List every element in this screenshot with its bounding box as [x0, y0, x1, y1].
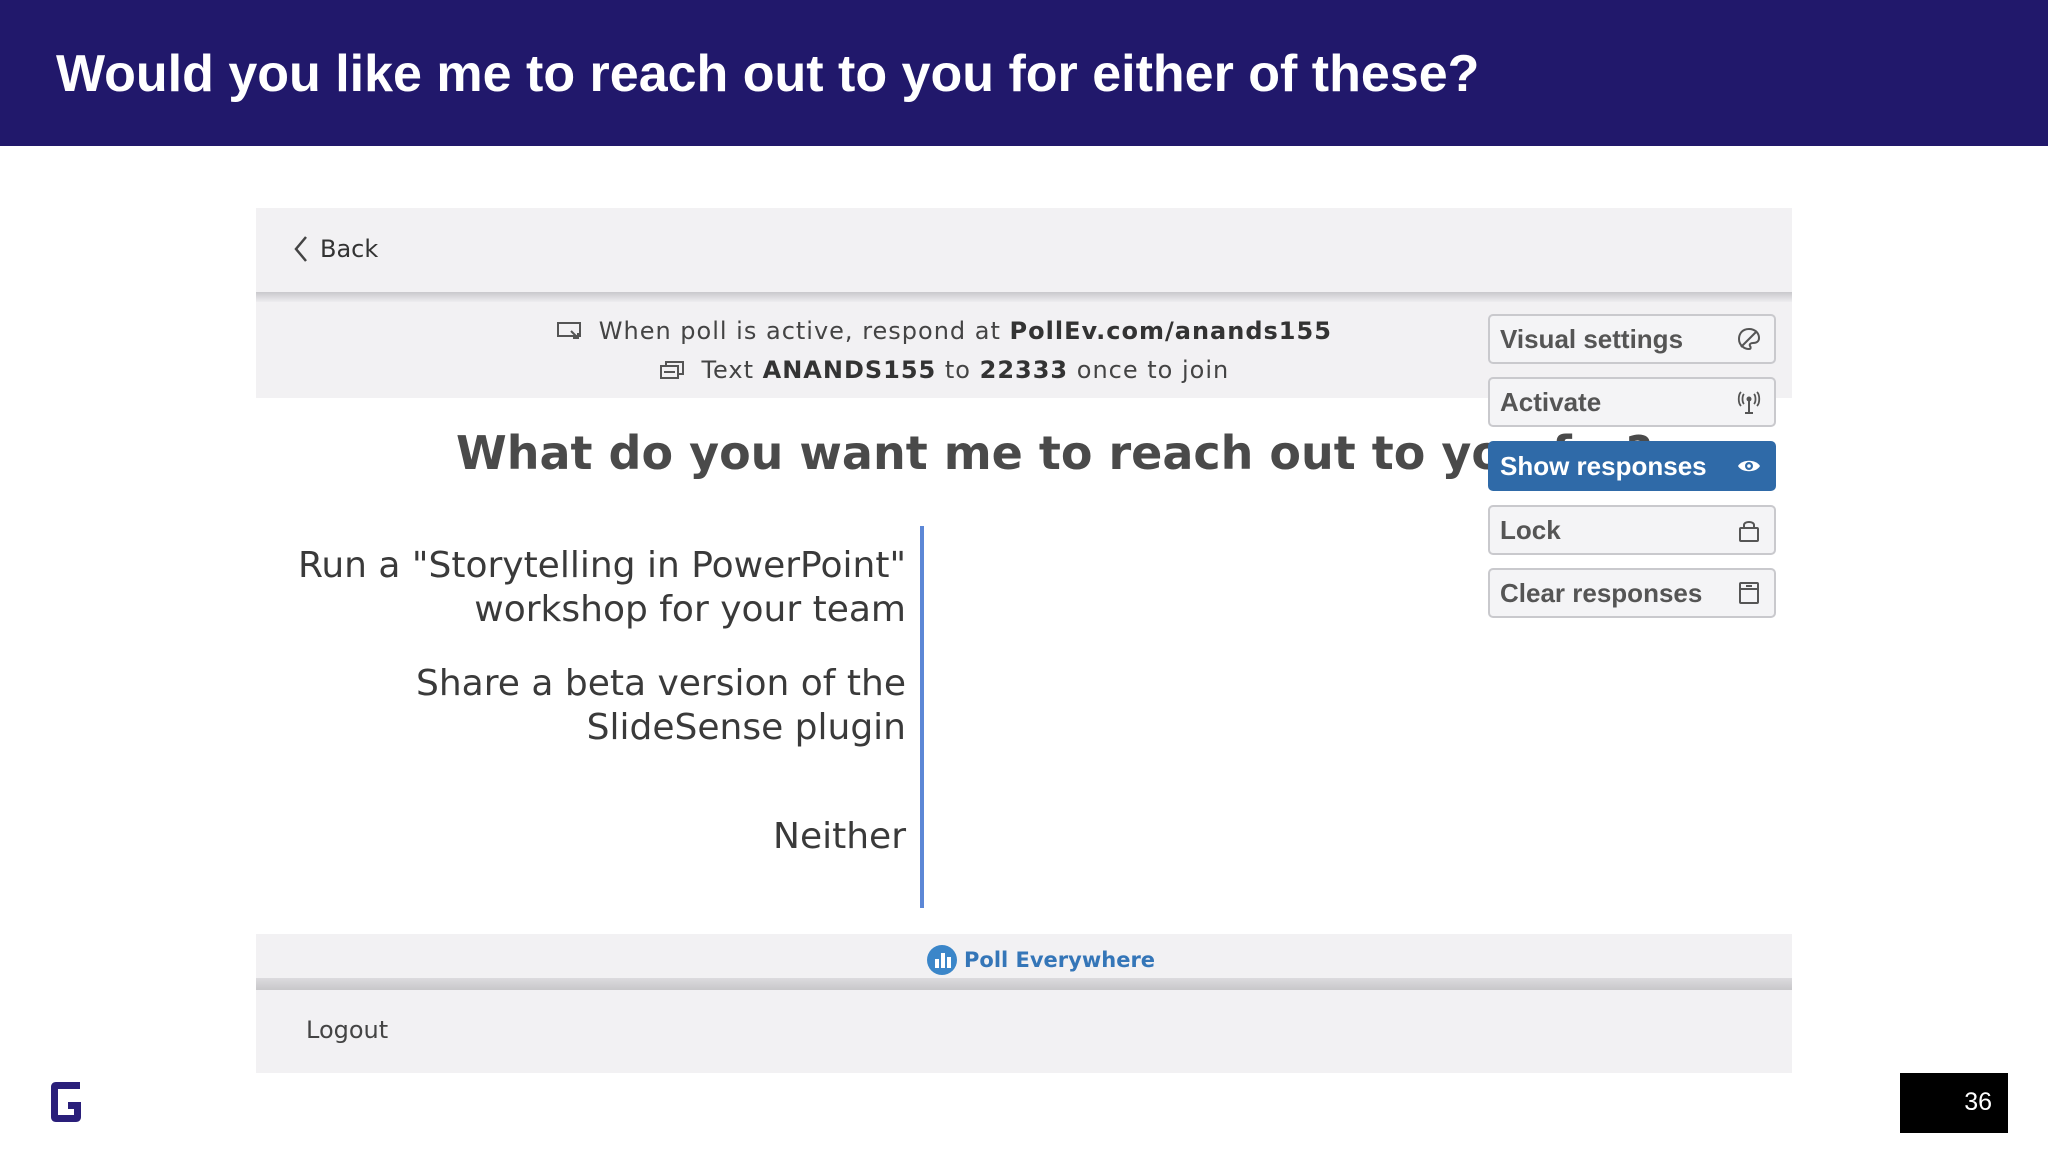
poll-option-1: Run a "Storytelling in PowerPoint" works… [298, 544, 906, 632]
page-number: 36 [1900, 1073, 2008, 1133]
company-logo-icon [51, 1082, 81, 1122]
join-text-suffix: once to join [1076, 356, 1230, 384]
poll-everywhere-icon [927, 945, 957, 975]
visual-settings-label: Visual settings [1500, 323, 1684, 354]
app-bottom-bar [256, 990, 1792, 1073]
show-responses-label: Show responses [1500, 450, 1707, 481]
poll-option-1-line1: Run a "Storytelling in PowerPoint" [297, 545, 906, 586]
clear-responses-button[interactable]: Clear responses [1488, 568, 1776, 618]
broadcast-icon [1737, 391, 1761, 414]
poll-option-2-line2: SlideSense plugin [586, 707, 906, 748]
join-url: PollEv.com/anands155 [1009, 317, 1332, 345]
archive-icon [1739, 582, 1759, 604]
lock-label: Lock [1500, 514, 1561, 545]
clear-responses-label: Clear responses [1500, 577, 1703, 608]
results-axis [920, 526, 924, 908]
poll-option-2: Share a beta version of the SlideSense p… [416, 662, 906, 750]
brand-name: Poll Everywhere [964, 948, 1156, 972]
poll-everywhere-logo: Poll Everywhere [926, 944, 1155, 976]
activate-button[interactable]: Activate [1488, 377, 1776, 427]
show-responses-button[interactable]: Show responses [1488, 441, 1776, 491]
poll-app-window: Back When poll is active, respond at Pol… [256, 208, 1792, 1073]
poll-option-3-line1: Neither [773, 816, 906, 857]
visual-settings-button[interactable]: Visual settings [1488, 314, 1776, 364]
poll-option-3: Neither [773, 815, 906, 859]
eye-icon [1738, 460, 1760, 472]
lock-button[interactable]: Lock [1488, 505, 1776, 555]
join-text-mid: to [944, 356, 971, 384]
lock-icon [1739, 521, 1759, 542]
slide-title: Would you like me to reach out to you fo… [56, 45, 1480, 103]
footer-divider [256, 978, 1792, 990]
palette-icon [1737, 327, 1761, 351]
logout-button[interactable]: Logout [306, 1016, 388, 1044]
join-number: 22333 [979, 356, 1069, 384]
poll-option-2-line1: Share a beta version of the [416, 663, 906, 704]
poll-option-1-line2: workshop for your team [474, 589, 906, 630]
activate-label: Activate [1500, 386, 1602, 417]
